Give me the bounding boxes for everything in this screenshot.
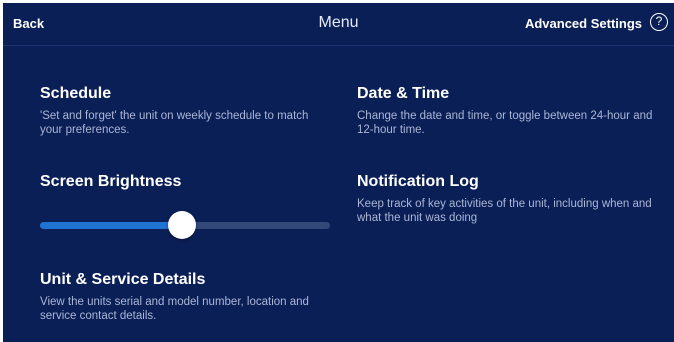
unit-service-description: View the units serial and model number, … [40,296,309,322]
date-time-description: Change the date and time, or toggle betw… [357,110,653,136]
slider-thumb[interactable] [168,211,197,239]
date-time-card[interactable]: Date & Time Change the date and time, or… [357,85,657,137]
schedule-card[interactable]: Schedule 'Set and forget' the unit on we… [40,85,330,137]
menu-screen: Back Menu Advanced Settings ? Schedule '… [3,3,674,342]
screen-brightness-card: Screen Brightness [40,173,330,191]
top-bar: Back Menu Advanced Settings ? [3,3,674,46]
date-time-title: Date & Time [357,85,450,102]
slider-fill [40,222,183,229]
unit-service-card[interactable]: Unit & Service Details View the units se… [40,271,340,323]
advanced-settings-button[interactable]: Advanced Settings [525,16,642,31]
unit-service-title: Unit & Service Details [40,271,206,288]
schedule-title: Schedule [40,85,112,102]
notification-log-card[interactable]: Notification Log Keep track of key activ… [357,173,657,225]
screen-brightness-title: Screen Brightness [40,173,182,190]
notification-log-title: Notification Log [357,173,479,190]
schedule-description: 'Set and forget' the unit on weekly sche… [40,110,309,136]
brightness-slider[interactable] [40,209,330,241]
help-icon[interactable]: ? [650,13,668,31]
notification-log-description: Keep track of key activities of the unit… [357,198,652,224]
